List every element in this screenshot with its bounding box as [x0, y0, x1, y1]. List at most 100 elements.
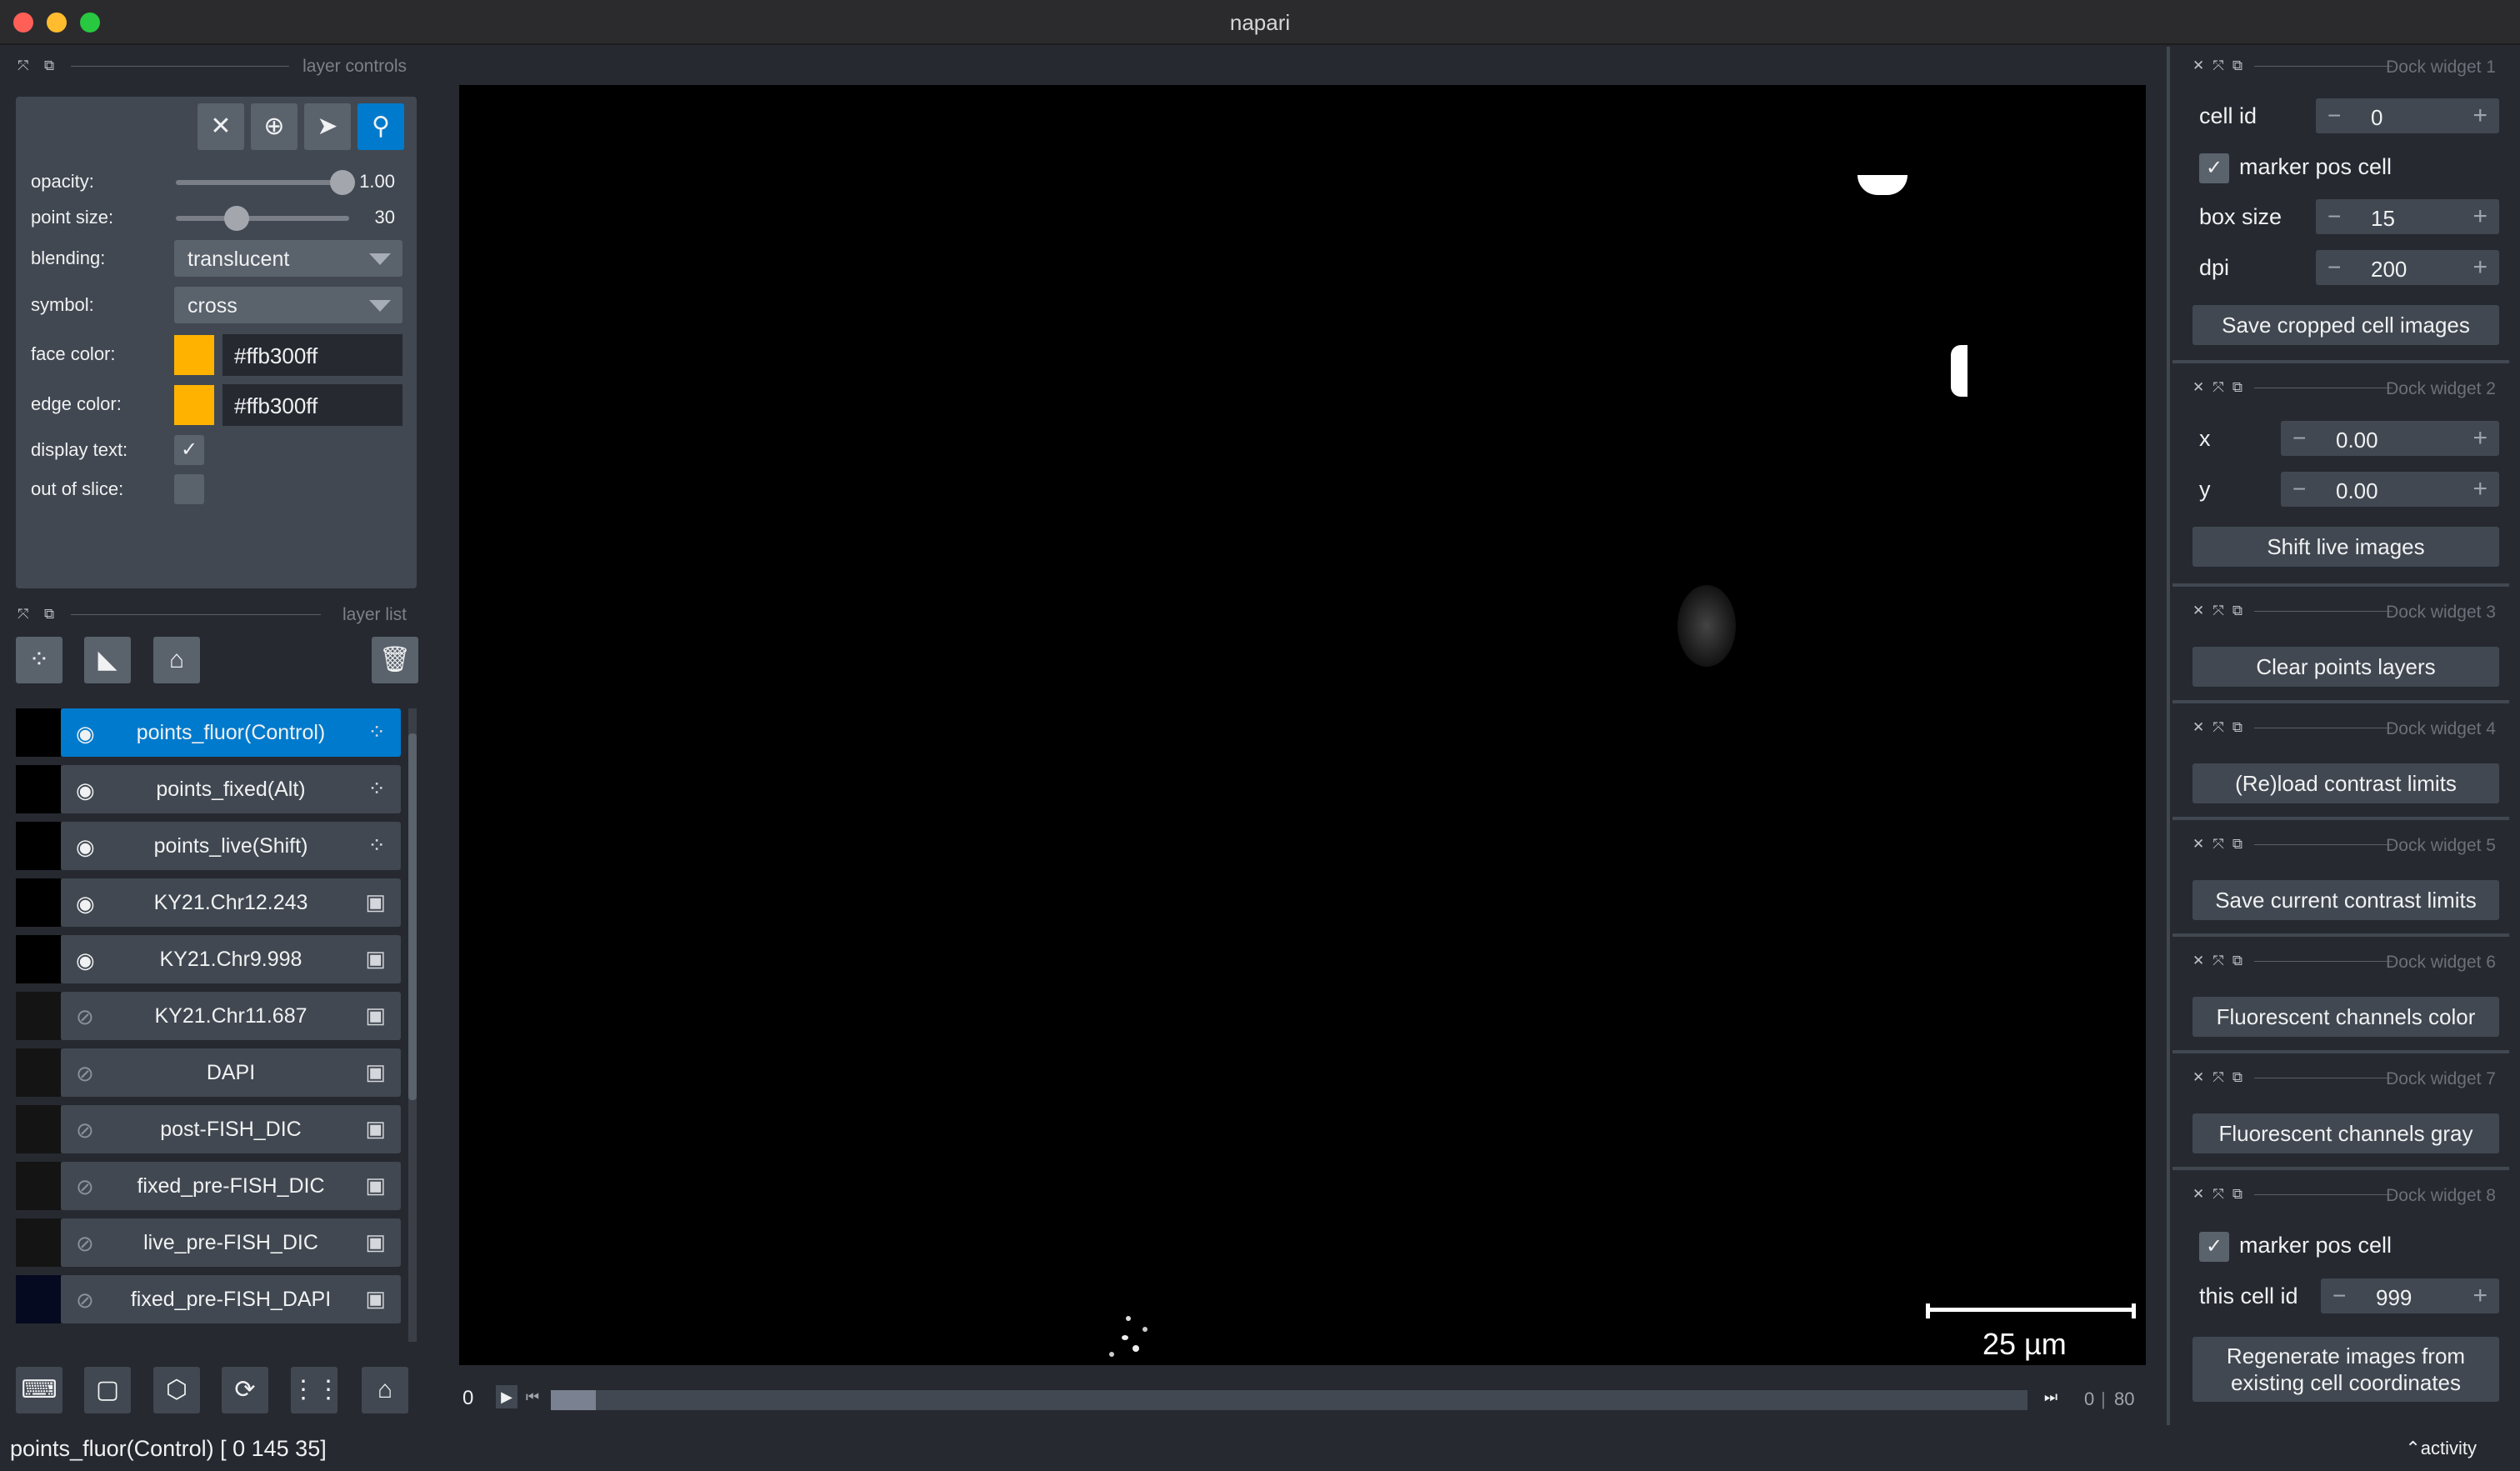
grid-button[interactable]: ⋮⋮	[291, 1367, 341, 1413]
reload-contrast-limits-button[interactable]: (Re)load contrast limits	[2192, 763, 2499, 803]
x-spinbox[interactable]: −0.00 +	[2281, 421, 2499, 456]
dock-controls-icon[interactable]: ✕⤧⧉	[2192, 58, 2251, 74]
opacity-slider[interactable]	[176, 180, 342, 185]
activity-button[interactable]: ⌃activity	[2405, 1438, 2477, 1459]
save-cropped-cell-images-button[interactable]: Save cropped cell images	[2192, 305, 2499, 345]
layer-row[interactable]: ⊘ live_pre-FISH_DIC ▣	[16, 1218, 401, 1267]
layer-list-scrollbar[interactable]	[408, 708, 417, 1342]
face-color-swatch[interactable]	[174, 335, 214, 375]
out-of-slice-checkbox[interactable]	[174, 474, 204, 504]
new-shapes-layer-button[interactable]: ◣	[84, 637, 131, 683]
symbol-select[interactable]: cross	[174, 287, 402, 323]
fluorescent-channels-color-button[interactable]: Fluorescent channels color	[2192, 997, 2499, 1037]
edge-color-swatch[interactable]	[174, 385, 214, 425]
transpose-button[interactable]: ⟳	[222, 1367, 268, 1413]
eye-off-icon[interactable]: ⊘	[76, 1288, 94, 1313]
layer-item[interactable]: ◉ points_fixed(Alt) ⁘	[61, 765, 401, 813]
eye-off-icon[interactable]: ⊘	[76, 1118, 94, 1143]
dock-separator	[2172, 1050, 2509, 1053]
eye-icon[interactable]: ◉	[76, 891, 95, 917]
save-contrast-limits-button[interactable]: Save current contrast limits	[2192, 880, 2499, 920]
step-back-button[interactable]: ⏮	[524, 1385, 541, 1408]
delete-layer-button[interactable]: 🗑	[372, 637, 418, 683]
step-forward-button[interactable]: ⏭	[2042, 1385, 2059, 1408]
eye-off-icon[interactable]: ⊘	[76, 1004, 94, 1030]
dock-controls-icon[interactable]: ✕⤧⧉	[2192, 719, 2251, 736]
layer-item[interactable]: ◉ points_live(Shift) ⁘	[61, 822, 401, 870]
face-color-input[interactable]: #ffb300ff	[222, 334, 402, 376]
cell-id-spinbox[interactable]: −0 +	[2316, 98, 2499, 133]
opacity-slider-handle[interactable]	[330, 170, 355, 195]
dock-widget-header: ✕⤧⧉ Dock widget 2	[2172, 372, 2509, 405]
dock-controls-icon[interactable]: ✕⤧⧉	[2192, 1186, 2251, 1203]
pan-zoom-button[interactable]: ⚲	[358, 103, 404, 150]
marker-pos-cell-checkbox[interactable]: ✓	[2199, 1232, 2229, 1262]
dock-controls-icon[interactable]: ✕⤧⧉	[2192, 603, 2251, 619]
regenerate-images-button[interactable]: Regenerate images from existing cell coo…	[2192, 1337, 2499, 1402]
layer-row[interactable]: ⊘ fixed_pre-FISH_DIC ▣	[16, 1162, 401, 1210]
close-dock-icon[interactable]: ⤧	[18, 606, 29, 623]
box-size-value: 15	[2371, 206, 2395, 231]
delete-points-button[interactable]: ✕	[198, 103, 244, 150]
layer-row[interactable]: ◉ KY21.Chr9.998 ▣	[16, 935, 401, 983]
layer-row[interactable]: ⊘ KY21.Chr11.687 ▣	[16, 992, 401, 1040]
dims-slider-handle[interactable]	[551, 1390, 596, 1410]
layer-item[interactable]: ◉ KY21.Chr9.998 ▣	[61, 935, 401, 983]
eye-icon[interactable]: ◉	[76, 721, 95, 747]
add-points-button[interactable]: ⊕	[251, 103, 298, 150]
new-points-layer-button[interactable]: ⁘	[16, 637, 62, 683]
blending-select[interactable]: translucent	[174, 240, 402, 277]
layer-item[interactable]: ◉ KY21.Chr12.243 ▣	[61, 878, 401, 927]
y-spinbox[interactable]: −0.00 +	[2281, 472, 2499, 507]
float-dock-icon[interactable]: ⧉	[44, 606, 54, 623]
clear-points-layers-button[interactable]: Clear points layers	[2192, 647, 2499, 687]
eye-icon[interactable]: ◉	[76, 834, 95, 860]
image-canvas[interactable]: 25 µm	[459, 85, 2146, 1365]
layer-row[interactable]: ◉ points_fixed(Alt) ⁘	[16, 765, 401, 813]
layer-row[interactable]: ◉ points_fluor(Control) ⁘	[16, 708, 401, 757]
eye-icon[interactable]: ◉	[76, 948, 95, 973]
eye-off-icon[interactable]: ⊘	[76, 1231, 94, 1257]
layer-item[interactable]: ⊘ post-FISH_DIC ▣	[61, 1105, 401, 1153]
layer-row[interactable]: ⊘ post-FISH_DIC ▣	[16, 1105, 401, 1153]
layer-row[interactable]: ⊘ fixed_pre-FISH_DAPI ▣	[16, 1275, 401, 1323]
play-button[interactable]: ▶	[496, 1385, 518, 1408]
layer-row[interactable]: ◉ points_live(Shift) ⁘	[16, 822, 401, 870]
point-size-slider-handle[interactable]	[223, 206, 249, 231]
shift-live-images-button[interactable]: Shift live images	[2192, 527, 2499, 567]
eye-off-icon[interactable]: ⊘	[76, 1061, 94, 1087]
edge-color-input[interactable]: #ffb300ff	[222, 384, 402, 426]
scrollbar-thumb[interactable]	[408, 733, 417, 1100]
marker-pos-cell-checkbox[interactable]: ✓	[2199, 153, 2229, 183]
fluorescent-channels-gray-button[interactable]: Fluorescent channels gray	[2192, 1113, 2499, 1153]
console-button[interactable]: ⌨	[16, 1367, 62, 1413]
layer-item[interactable]: ◉ points_fluor(Control) ⁘	[61, 708, 401, 757]
layer-item[interactable]: ⊘ DAPI ▣	[61, 1048, 401, 1097]
dock-divider[interactable]	[2167, 47, 2170, 1425]
close-dock-icon[interactable]: ⤧	[18, 58, 29, 74]
box-size-spinbox[interactable]: −15 +	[2316, 199, 2499, 234]
roll-dims-button[interactable]: ⬡	[153, 1367, 200, 1413]
home-icon[interactable]: ⌂	[362, 1367, 408, 1413]
dock-controls-icon[interactable]: ✕⤧⧉	[2192, 953, 2251, 969]
dims-slider[interactable]	[551, 1390, 2028, 1410]
eye-off-icon[interactable]: ⊘	[76, 1174, 94, 1200]
display-text-checkbox[interactable]: ✓	[174, 435, 204, 465]
ndisplay-button[interactable]: ▢	[84, 1367, 131, 1413]
select-points-button[interactable]: ➤	[304, 103, 351, 150]
this-cell-id-spinbox[interactable]: −999 +	[2321, 1278, 2499, 1313]
layer-item[interactable]: ⊘ live_pre-FISH_DIC ▣	[61, 1218, 401, 1267]
new-labels-layer-button[interactable]: ⌂	[153, 637, 200, 683]
layer-item[interactable]: ⊘ KY21.Chr11.687 ▣	[61, 992, 401, 1040]
dpi-spinbox[interactable]: −200 +	[2316, 250, 2499, 285]
dock-controls-icon[interactable]: ✕⤧⧉	[2192, 1069, 2251, 1086]
layer-row[interactable]: ◉ KY21.Chr12.243 ▣	[16, 878, 401, 927]
layer-row[interactable]: ⊘ DAPI ▣	[16, 1048, 401, 1097]
dock-controls-icon[interactable]: ✕⤧⧉	[2192, 836, 2251, 853]
float-dock-icon[interactable]: ⧉	[44, 58, 54, 74]
point-size-slider[interactable]	[176, 216, 349, 221]
eye-icon[interactable]: ◉	[76, 778, 95, 803]
dock-controls-icon[interactable]: ✕⤧⧉	[2192, 379, 2251, 396]
layer-item[interactable]: ⊘ fixed_pre-FISH_DAPI ▣	[61, 1275, 401, 1323]
layer-item[interactable]: ⊘ fixed_pre-FISH_DIC ▣	[61, 1162, 401, 1210]
